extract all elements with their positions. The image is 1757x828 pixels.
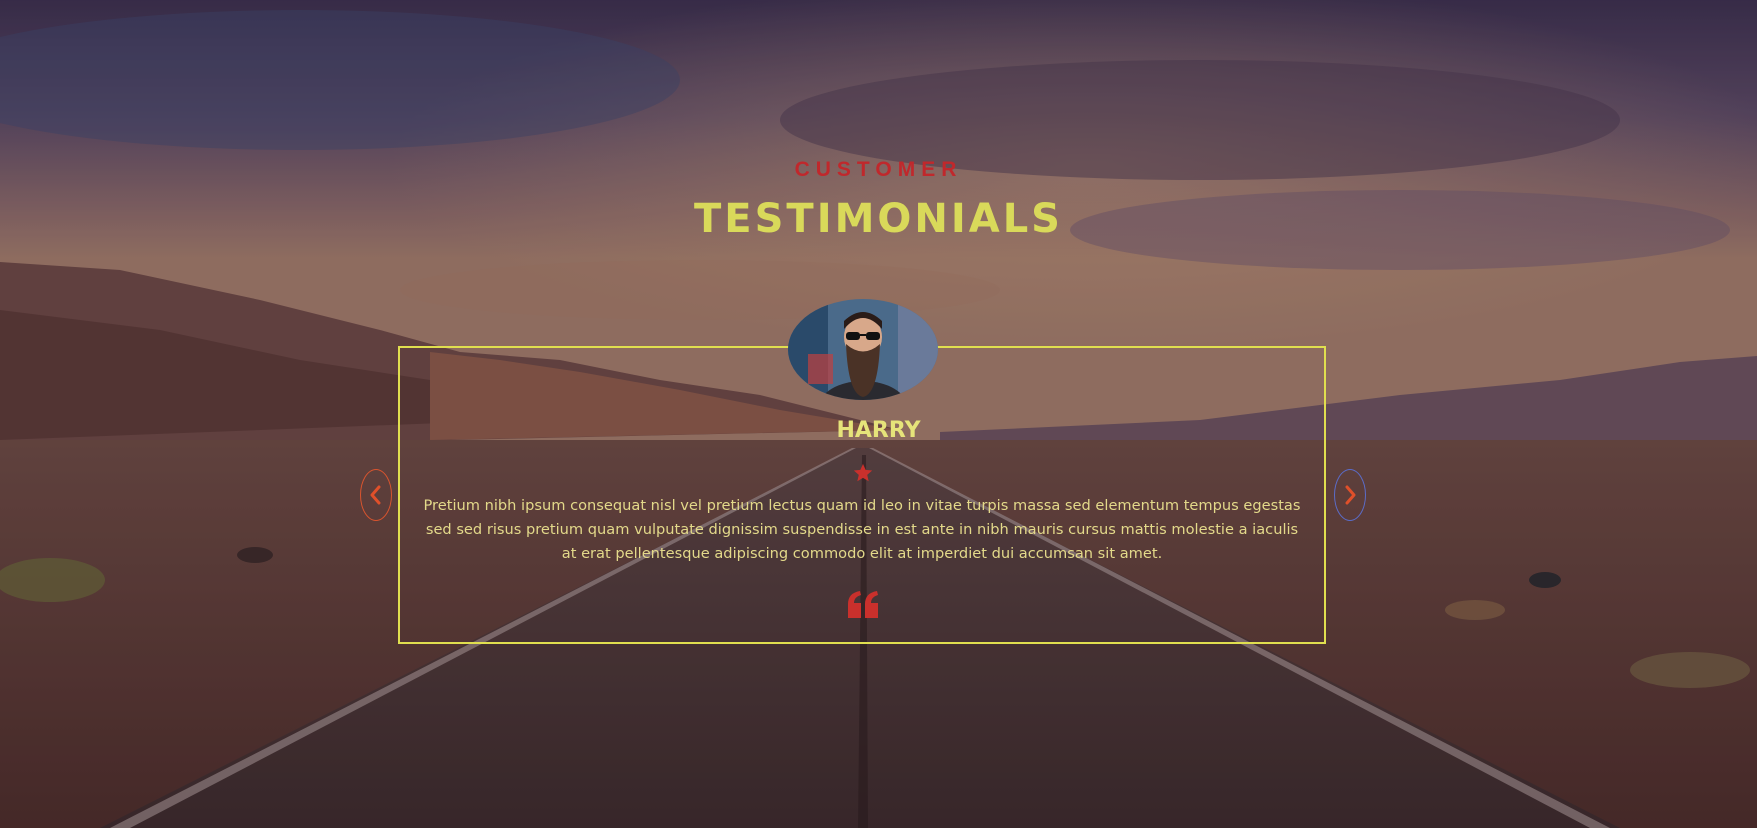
bearded-man-avatar-icon [788, 299, 938, 400]
quote-icon [848, 591, 878, 618]
section-title: TESTIMONIALS [693, 196, 1063, 242]
avatar [788, 299, 938, 400]
next-button[interactable] [1334, 469, 1366, 521]
section-eyebrow: CUSTOMER [794, 158, 963, 181]
previous-button[interactable] [360, 469, 392, 521]
star-icon [853, 463, 873, 482]
chevron-left-icon [370, 485, 381, 505]
chevron-right-icon [1345, 485, 1356, 505]
reviewer-name: HARRY [836, 418, 921, 443]
testimonial-text: Pretium nibh ipsum consequat nisl vel pr… [423, 497, 1301, 562]
